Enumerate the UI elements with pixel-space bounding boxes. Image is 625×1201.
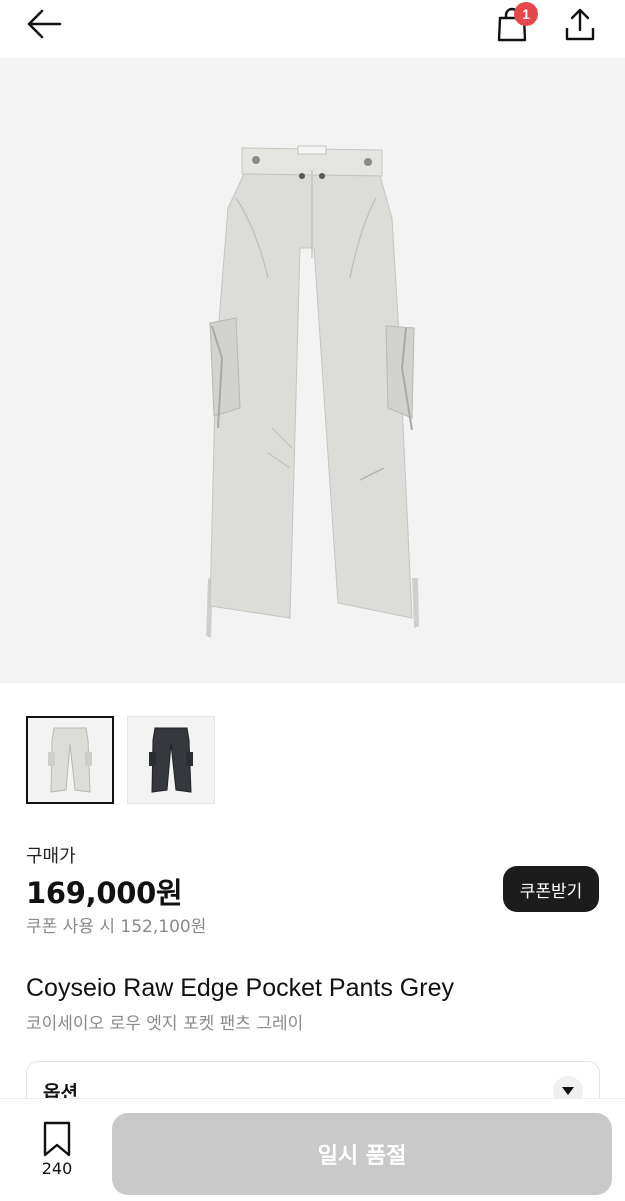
thumbnail-grey-image	[48, 727, 92, 793]
get-coupon-button[interactable]: 쿠폰받기	[503, 866, 599, 912]
wishlist-count: 240	[41, 1159, 73, 1178]
top-bar: 1	[0, 0, 625, 58]
soldout-button[interactable]: 일시 품절	[112, 1113, 612, 1195]
thumbnail-charcoal-image	[149, 727, 193, 793]
product-price: 169,000원	[26, 876, 183, 910]
thumbnail-strip	[26, 716, 215, 804]
thumbnail-grey[interactable]	[26, 716, 114, 804]
share-button[interactable]	[556, 2, 604, 46]
cargo-pants-image	[206, 145, 419, 638]
product-title-en: Coyseio Raw Edge Pocket Pants Grey	[26, 974, 454, 1002]
cart-count-badge: 1	[514, 2, 538, 26]
bottom-action-bar: 240 일시 품절	[0, 1098, 625, 1201]
arrow-left-icon	[27, 9, 62, 39]
thumbnail-charcoal[interactable]	[127, 716, 215, 804]
share-upload-icon	[565, 8, 595, 41]
product-title-ko: 코이세이오 로우 엣지 포켓 팬츠 그레이	[26, 1014, 304, 1034]
chevron-down-icon	[562, 1087, 574, 1095]
price-label: 구매가	[26, 846, 76, 867]
wishlist-button[interactable]: 240	[30, 1121, 84, 1183]
bookmark-icon	[43, 1121, 71, 1157]
coupon-price-text: 쿠폰 사용 시 152,100원	[26, 917, 207, 937]
product-main-image[interactable]	[0, 58, 625, 683]
back-button[interactable]	[20, 4, 68, 44]
